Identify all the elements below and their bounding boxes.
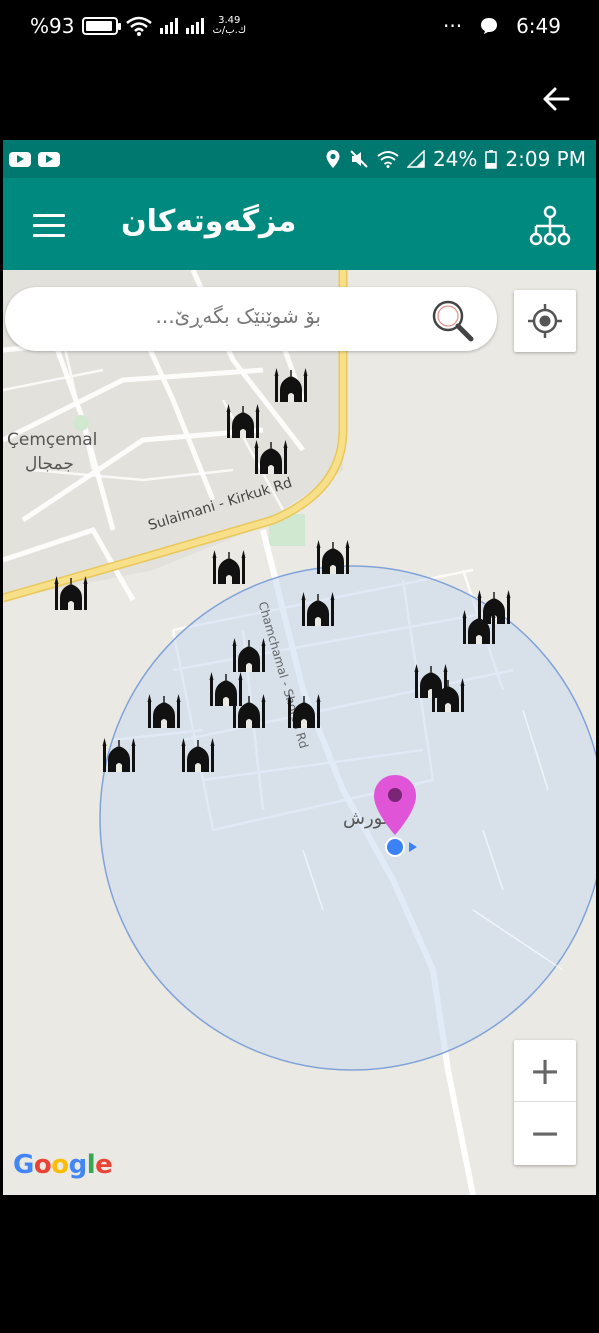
mosque-icon[interactable] xyxy=(300,592,336,626)
mosque-icon[interactable] xyxy=(53,576,89,610)
mosque-icon[interactable] xyxy=(461,610,497,644)
zoom-out-button[interactable]: − xyxy=(514,1102,576,1164)
battery-icon xyxy=(82,17,122,35)
location-status-icon xyxy=(326,150,340,168)
more-dots: ··· xyxy=(443,14,463,38)
mosque-icon[interactable] xyxy=(225,404,261,438)
app-toolbar: مزگەوتەکان xyxy=(3,178,596,270)
mosque-icon[interactable] xyxy=(231,638,267,672)
app-battery-percent: 24% xyxy=(432,147,478,171)
signal-icon-2 xyxy=(186,18,205,34)
user-location-icon xyxy=(385,837,417,857)
search-placeholder: بۆ شوێنێک بگەڕێ... xyxy=(155,304,321,328)
search-icon[interactable] xyxy=(429,297,475,343)
place-label-latin: Çemçemal xyxy=(7,430,98,450)
wifi-status-icon xyxy=(377,151,399,168)
app-time: 2:09 PM xyxy=(505,147,586,171)
zoom-in-button[interactable]: + xyxy=(514,1040,576,1102)
mosque-icon[interactable] xyxy=(211,550,247,584)
cell-signal-icon xyxy=(406,150,425,168)
app-status-right: 24% 2:09 PM xyxy=(325,147,586,171)
mosque-icon[interactable] xyxy=(146,694,182,728)
bottom-area xyxy=(0,1195,599,1333)
mosque-icon[interactable] xyxy=(253,440,289,474)
mosque-icon[interactable] xyxy=(430,678,466,712)
map-view[interactable]: Çemçemal جمجال Sulaimani - Kirkuk Rd Cha… xyxy=(3,270,596,1195)
youtube-icon xyxy=(9,152,31,167)
device-status-bar: %93 3.49 ك.ب/ث ··· 6:49 xyxy=(0,0,599,56)
back-arrow-icon[interactable] xyxy=(541,84,571,114)
app-status-bar: 24% 2:09 PM xyxy=(3,140,596,178)
mosque-icon[interactable] xyxy=(180,738,216,772)
mosque-icon[interactable] xyxy=(315,540,351,574)
device-status-right: ··· 6:49 xyxy=(443,14,561,38)
mosque-icon[interactable] xyxy=(231,694,267,728)
signal-icon xyxy=(160,18,179,34)
hierarchy-icon[interactable] xyxy=(528,204,572,248)
mosque-icon[interactable] xyxy=(273,368,309,402)
battery-charging-icon xyxy=(485,150,498,169)
my-location-icon xyxy=(528,304,562,338)
place-label-arabic: جمجال xyxy=(25,454,74,474)
net-speed: 3.49 ك.ب/ث xyxy=(212,15,247,36)
device-status-left: %93 3.49 ك.ب/ث xyxy=(30,14,246,38)
zoom-control: + − xyxy=(514,1040,576,1165)
mosque-icon[interactable] xyxy=(101,738,137,772)
device-time: 6:49 xyxy=(516,14,561,38)
battery-fill xyxy=(86,21,113,31)
mute-icon xyxy=(350,150,368,168)
destination-pin-icon[interactable] xyxy=(373,774,417,836)
mosque-icon[interactable] xyxy=(286,694,322,728)
battery-percent: %93 xyxy=(30,14,75,38)
google-logo: Google xyxy=(13,1150,113,1180)
page-title: مزگەوتەکان xyxy=(121,204,297,239)
youtube-icon-2 xyxy=(38,152,60,167)
chat-bubble-icon xyxy=(481,18,498,34)
outer-nav-bar xyxy=(0,56,599,138)
menu-icon[interactable] xyxy=(33,214,65,238)
search-input[interactable]: بۆ شوێنێک بگەڕێ... xyxy=(5,287,497,351)
app-screen: 24% 2:09 PM مزگەوتەکان Çemçemal جمجال Su… xyxy=(3,140,596,1195)
wifi-icon xyxy=(126,16,153,36)
my-location-button[interactable] xyxy=(514,290,576,352)
